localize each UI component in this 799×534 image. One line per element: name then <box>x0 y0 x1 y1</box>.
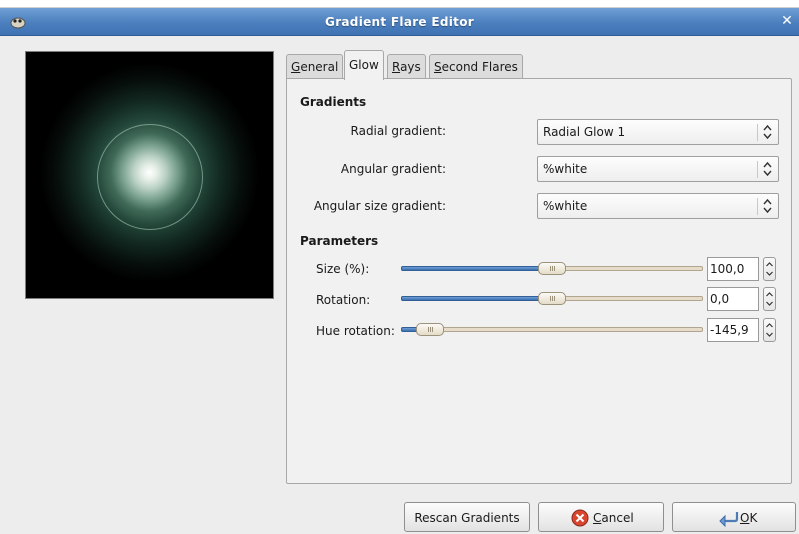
rotation-slider[interactable] <box>401 288 703 310</box>
tab-second-flares-mnemonic: S <box>434 60 442 74</box>
close-icon[interactable]: ✕ <box>779 12 795 30</box>
up-down-arrows-icon <box>760 159 775 179</box>
combo-separator <box>757 198 758 215</box>
slider-trough <box>401 327 703 332</box>
angular-gradient-combo[interactable]: %white <box>537 156 779 182</box>
rescan-gradients-label: Rescan Gradients <box>414 511 520 525</box>
rotation-spinbutton[interactable]: 0,0 <box>707 287 777 311</box>
tab-rays[interactable]: Rays <box>387 54 426 79</box>
window-title: Gradient Flare Editor <box>325 15 474 29</box>
combo-separator <box>757 161 758 178</box>
slider-handle[interactable] <box>538 292 566 305</box>
spin-arrows-icon[interactable] <box>763 287 776 311</box>
gradients-heading: Gradients <box>300 95 367 109</box>
rotation-label: Rotation: <box>316 293 371 307</box>
size-spinbutton[interactable]: 100,0 <box>707 257 777 281</box>
rotation-value[interactable]: 0,0 <box>707 287 759 311</box>
radial-gradient-combo[interactable]: Radial Glow 1 <box>537 119 779 145</box>
tab-rays-label: ays <box>400 60 421 74</box>
ok-icon <box>717 509 739 528</box>
rescan-gradients-button[interactable]: Rescan Gradients <box>404 502 530 532</box>
cancel-button[interactable]: Cancel <box>538 502 664 532</box>
cancel-icon <box>571 509 589 527</box>
title-bar[interactable]: Gradient Flare Editor ✕ <box>0 8 799 36</box>
radial-gradient-label: Radial gradient: <box>350 124 446 138</box>
glow-panel: Gradients Radial gradient: Radial Glow 1… <box>286 78 792 484</box>
tab-second-flares[interactable]: Second Flares <box>429 54 523 79</box>
angular-size-gradient-combo[interactable]: %white <box>537 193 779 219</box>
slider-handle[interactable] <box>538 262 566 275</box>
size-slider[interactable] <box>401 258 703 280</box>
flare-preview <box>25 51 274 299</box>
angular-gradient-label: Angular gradient: <box>340 162 446 176</box>
tab-second-flares-label: econd Flares <box>441 60 518 74</box>
hue-rotation-value[interactable]: -145,9 <box>707 318 759 342</box>
slider-fill <box>401 266 552 271</box>
tab-general-label: eneral <box>300 60 339 74</box>
hue-rotation-slider[interactable] <box>401 319 703 341</box>
top-strip <box>0 0 799 8</box>
tab-glow-label: Glow <box>349 58 379 72</box>
angular-gradient-value: %white <box>543 162 588 176</box>
cancel-label: ancel <box>601 511 634 525</box>
spin-arrows-icon[interactable] <box>763 318 776 342</box>
hue-rotation-spinbutton[interactable]: -145,9 <box>707 318 777 342</box>
parameters-heading: Parameters <box>300 234 379 248</box>
up-down-arrows-icon <box>760 196 775 216</box>
slider-handle[interactable] <box>416 323 444 336</box>
spin-arrows-icon[interactable] <box>763 257 776 281</box>
hue-rotation-label: Hue rotation: <box>316 324 395 338</box>
tab-general-mnemonic: G <box>291 60 301 74</box>
ok-label: K <box>749 511 758 525</box>
tab-glow[interactable]: Glow <box>344 50 384 80</box>
angular-size-gradient-value: %white <box>543 199 588 213</box>
angular-size-gradient-label: Angular size gradient: <box>313 199 446 213</box>
size-label: Size (%): <box>316 262 370 276</box>
slider-fill <box>401 296 552 301</box>
up-down-arrows-icon <box>760 122 775 142</box>
radial-gradient-value: Radial Glow 1 <box>543 125 626 139</box>
flare-ring <box>97 124 203 230</box>
ok-button[interactable]: OK <box>672 502 796 532</box>
size-value[interactable]: 100,0 <box>707 257 759 281</box>
combo-separator <box>757 124 758 141</box>
tab-general[interactable]: General <box>286 54 344 79</box>
tab-rays-mnemonic: R <box>392 60 401 74</box>
